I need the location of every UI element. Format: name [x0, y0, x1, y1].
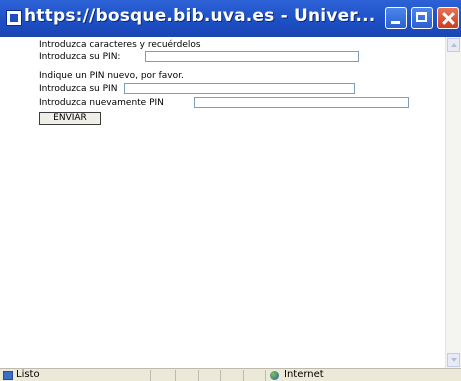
vertical-scrollbar[interactable]: [445, 37, 461, 368]
confirm-pin-label: Introduzca nuevamente PIN: [39, 98, 164, 108]
new-pin-input[interactable]: [124, 83, 355, 94]
new-pin-label: Introduzca su PIN: [39, 84, 118, 94]
title-bar[interactable]: https://bosque.bib.uva.es - Univer...: [0, 0, 461, 37]
close-button[interactable]: [437, 7, 459, 29]
page-content: Introduzca caracteres y recuérdelos Intr…: [0, 37, 445, 368]
security-zone-label: Internet: [284, 369, 324, 380]
minimize-button[interactable]: [385, 7, 407, 29]
status-divider: [150, 370, 151, 381]
status-divider: [198, 370, 199, 381]
status-bar: Listo Internet: [0, 368, 461, 381]
status-divider: [175, 370, 176, 381]
intro-text: Introduzca caracteres y recuérdelos: [39, 40, 201, 50]
status-divider: [265, 370, 266, 381]
send-button[interactable]: ENVIAR: [39, 112, 101, 125]
status-text: Listo: [16, 369, 40, 380]
maximize-button[interactable]: [411, 7, 433, 29]
internet-zone-icon: [270, 371, 279, 380]
window-title: https://bosque.bib.uva.es - Univer...: [24, 6, 376, 26]
status-divider: [243, 370, 244, 381]
browser-icon: [6, 10, 22, 26]
scroll-up-arrow-icon[interactable]: [447, 38, 460, 52]
new-pin-prompt: Indique un PIN nuevo, por favor.: [39, 71, 184, 81]
pin-input[interactable]: [145, 51, 359, 62]
status-divider: [220, 370, 221, 381]
scroll-down-arrow-icon[interactable]: [447, 353, 460, 367]
pin-label: Introduzca su PIN:: [39, 52, 121, 62]
page-status-icon: [3, 371, 13, 380]
confirm-pin-input[interactable]: [194, 97, 409, 108]
